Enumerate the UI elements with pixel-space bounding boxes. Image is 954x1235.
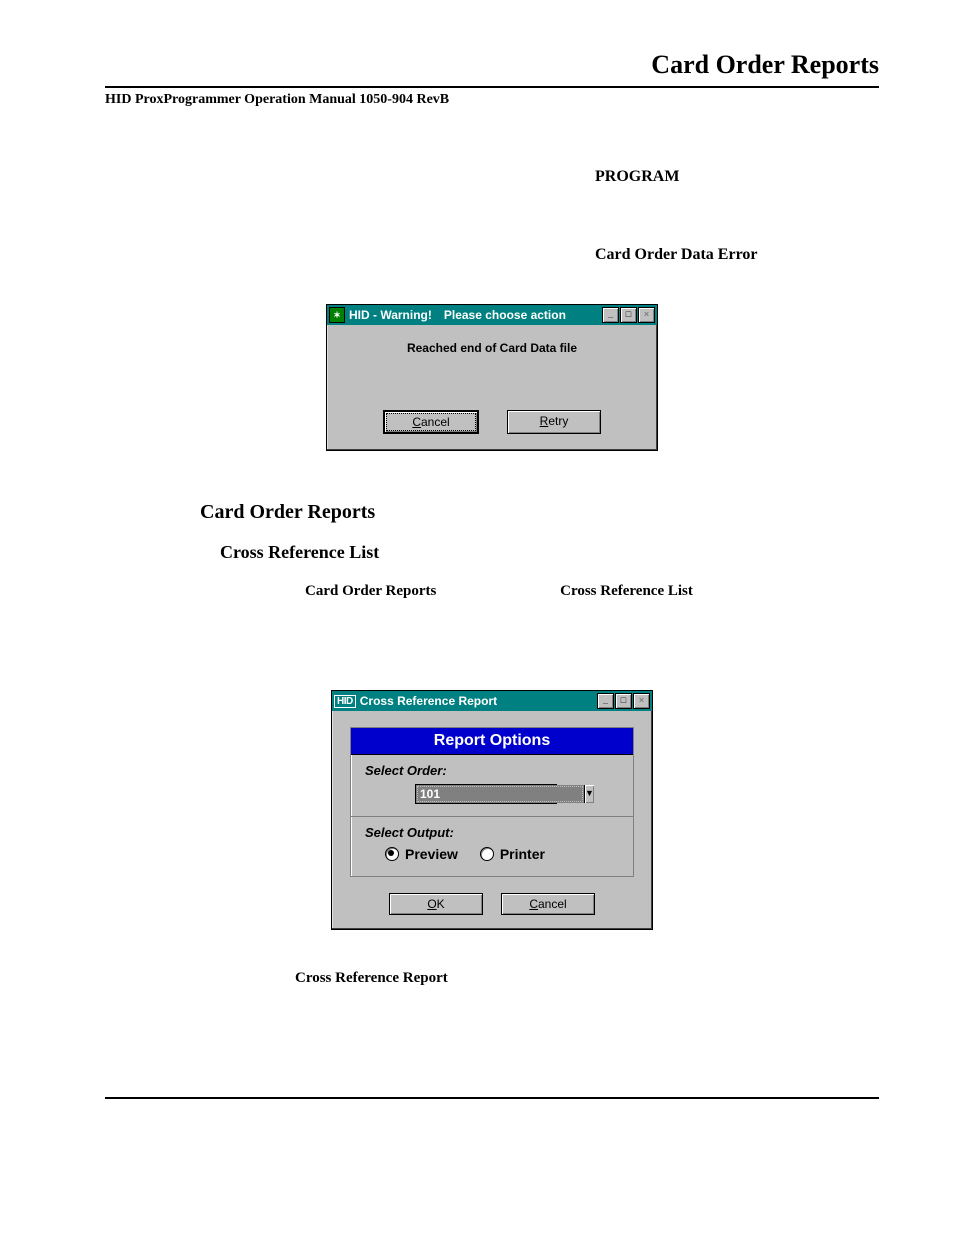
minimize-button[interactable]: _ [597,693,614,709]
inline-cross: Cross Reference List [560,583,693,600]
app-icon: ✶ [329,307,345,323]
report-dialog: HID Cross Reference Report _ □ × Report … [331,690,653,930]
radio-preview[interactable]: Preview [385,846,458,862]
cancel-button[interactable]: Cancel [383,410,479,434]
footer-rule [105,1097,879,1099]
program-label: PROGRAM [595,168,879,186]
manual-reference: HID ProxProgrammer Operation Manual 1050… [105,92,879,108]
warning-title-secondary: Please choose action [444,308,566,322]
minimize-button[interactable]: _ [602,307,619,323]
report-titlebar[interactable]: HID Cross Reference Report _ □ × [332,691,652,711]
select-order-label: Select Order: [365,763,619,778]
inline-labels: Card Order Reports Cross Reference List [305,583,879,600]
figure-caption: Cross Reference Report [295,970,879,987]
order-input[interactable] [416,785,584,803]
warning-message: Reached end of Card Data file [337,341,647,355]
report-options-title: Report Options [351,728,633,755]
maximize-button[interactable]: □ [615,693,632,709]
warning-titlebar[interactable]: ✶ HID - Warning! Please choose action _ … [327,305,657,325]
cancel-button[interactable]: Cancel [501,893,595,915]
page-title: Card Order Reports [105,50,879,80]
report-options-group: Report Options Select Order: ▼ Select Ou… [350,727,634,877]
section-cross-reference-list: Cross Reference List [220,542,879,563]
hid-logo-icon: HID [334,695,356,708]
warning-dialog: ✶ HID - Warning! Please choose action _ … [326,304,658,451]
header-rule [105,86,879,88]
warning-title-primary: HID - Warning! [349,308,432,322]
order-combo[interactable]: ▼ [415,784,557,804]
radio-printer-label: Printer [500,846,545,862]
close-button[interactable]: × [633,693,650,709]
error-label: Card Order Data Error [595,246,879,264]
report-title: Cross Reference Report [360,694,497,708]
radio-icon [385,847,399,861]
close-button[interactable]: × [638,307,655,323]
radio-printer[interactable]: Printer [480,846,545,862]
maximize-button[interactable]: □ [620,307,637,323]
inline-reports: Card Order Reports [305,583,436,599]
section-card-order-reports: Card Order Reports [200,501,879,524]
ok-button[interactable]: OK [389,893,483,915]
radio-preview-label: Preview [405,846,458,862]
chevron-down-icon[interactable]: ▼ [584,785,594,803]
radio-icon [480,847,494,861]
select-output-label: Select Output: [365,825,619,840]
retry-button[interactable]: Retry [507,410,601,434]
